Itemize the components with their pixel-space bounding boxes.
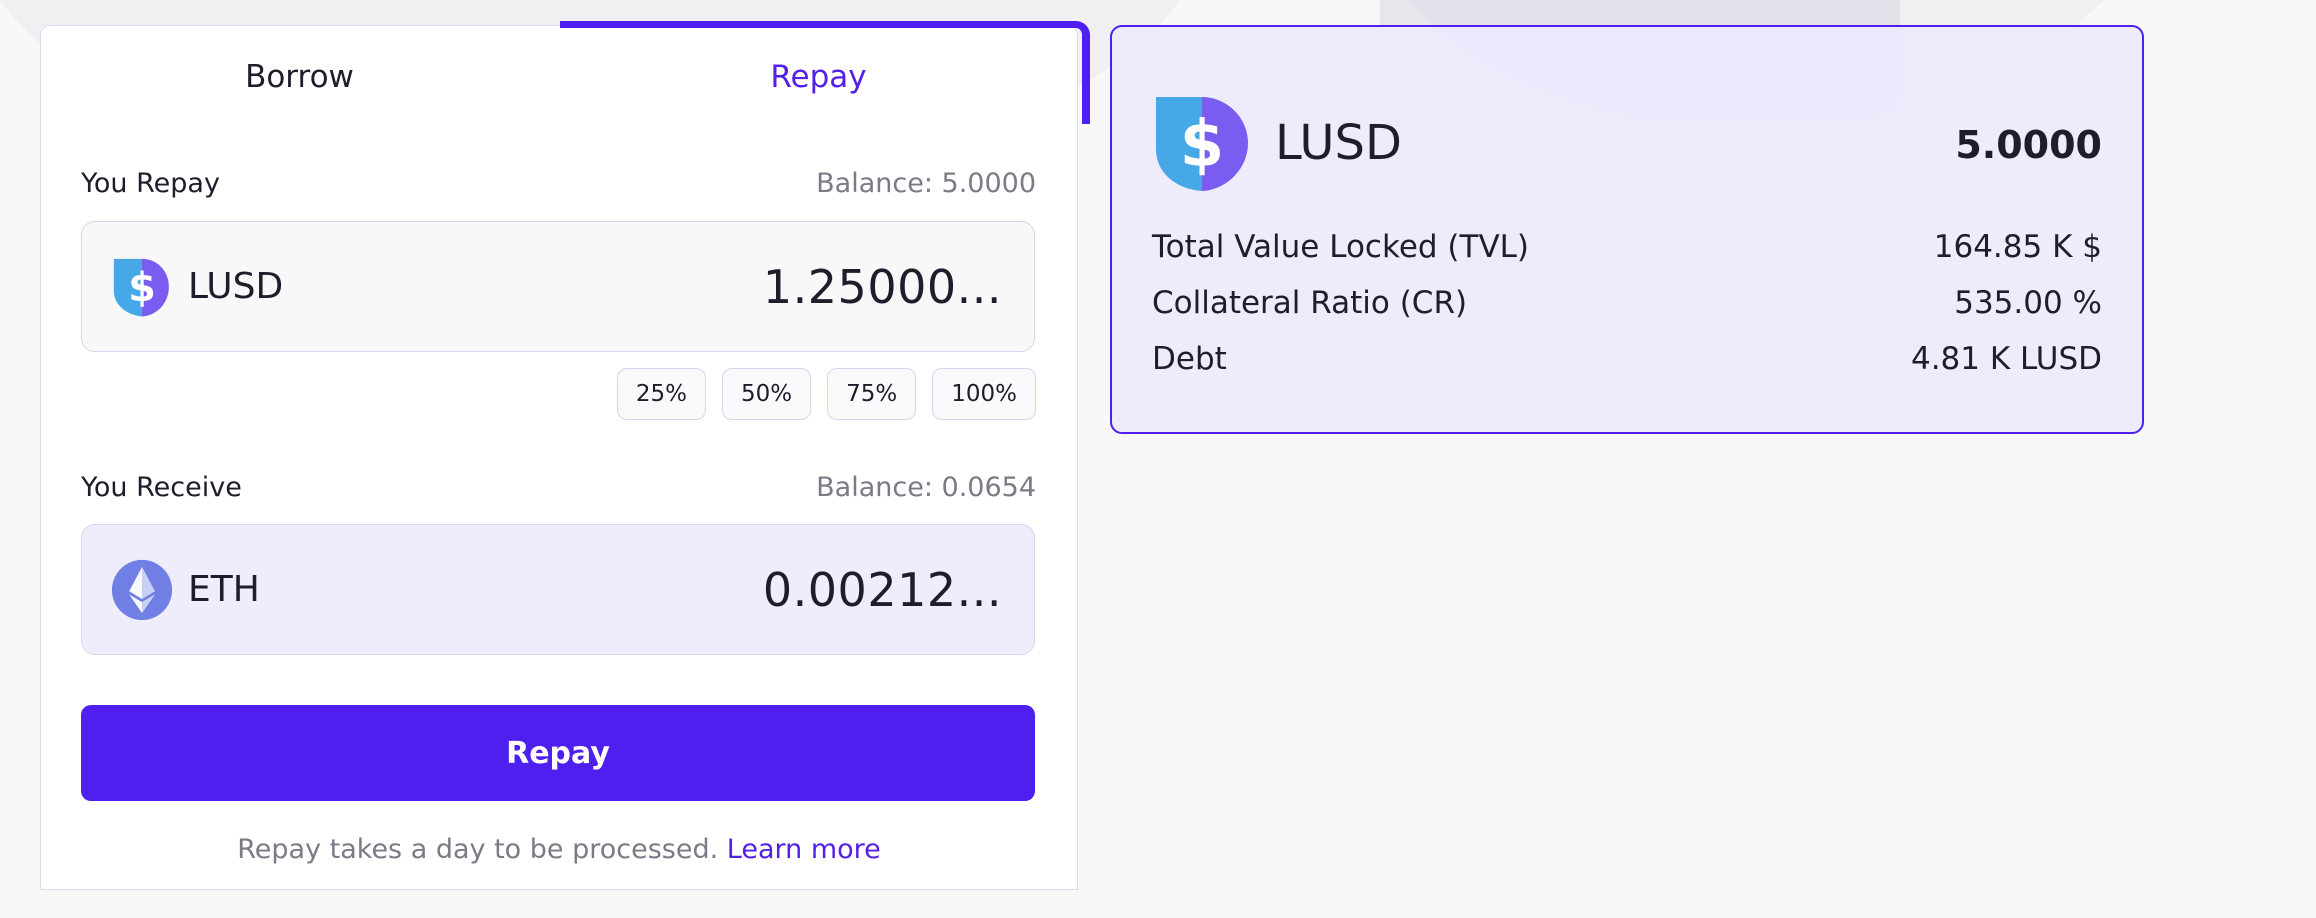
repay-token-name: LUSD	[188, 266, 284, 307]
eth-icon	[111, 559, 173, 620]
stat-label: Debt	[1152, 341, 1227, 377]
stat-value: 4.81 K LUSD	[1910, 341, 2102, 377]
stat-value: 535.00 %	[1954, 285, 2102, 321]
stat-row-debt: Debt 4.81 K LUSD	[1152, 341, 2102, 377]
percent-50-button[interactable]: 50%	[721, 368, 812, 420]
receive-amount-field: ETH 0.00212...	[81, 524, 1035, 655]
tab-repay[interactable]: Repay	[560, 26, 1077, 128]
receive-token-name: ETH	[188, 569, 260, 610]
lusd-icon: $	[113, 258, 169, 316]
you-repay-label: You Repay	[81, 168, 220, 199]
svg-text:$: $	[128, 265, 156, 311]
percent-button-group: 25% 50% 75% 100%	[616, 368, 1036, 420]
repay-amount-value[interactable]: 1.25000...	[763, 260, 1002, 314]
tab-borrow[interactable]: Borrow	[41, 26, 558, 128]
repay-amount-input[interactable]: $ LUSD 1.25000...	[81, 221, 1035, 352]
learn-more-link[interactable]: Learn more	[727, 834, 881, 865]
card-token-balance: 5.0000	[1955, 123, 2102, 167]
percent-25-button[interactable]: 25%	[616, 368, 706, 420]
repay-note-text: Repay takes a day to be processed.	[237, 834, 719, 865]
stat-row-tvl: Total Value Locked (TVL) 164.85 K $	[1152, 229, 2102, 265]
receive-balance: Balance: 0.0654	[816, 472, 1036, 503]
stat-label: Collateral Ratio (CR)	[1152, 285, 1468, 321]
repay-form-panel: Borrow Repay You Repay Balance: 5.0000 $…	[40, 21, 1090, 890]
repay-note: Repay takes a day to be processed. Learn…	[41, 834, 1077, 865]
stat-value: 164.85 K $	[1933, 229, 2102, 265]
token-summary-card: $ LUSD 5.0000 Total Value Locked (TVL) 1…	[1110, 25, 2144, 434]
stat-label: Total Value Locked (TVL)	[1152, 229, 1530, 265]
repay-button[interactable]: Repay	[81, 705, 1035, 801]
percent-75-button[interactable]: 75%	[827, 368, 917, 420]
stat-row-collateral-ratio: Collateral Ratio (CR) 535.00 %	[1152, 285, 2102, 321]
card-token-name: LUSD	[1275, 115, 1402, 171]
percent-100-button[interactable]: 100%	[932, 368, 1036, 420]
lusd-icon: $	[1156, 97, 1248, 191]
tab-bar: Borrow Repay	[41, 21, 1090, 128]
svg-text:$: $	[1180, 108, 1225, 182]
repay-balance: Balance: 5.0000	[816, 168, 1036, 199]
receive-amount-value: 0.00212...	[762, 562, 1002, 617]
you-receive-label: You Receive	[81, 472, 242, 503]
